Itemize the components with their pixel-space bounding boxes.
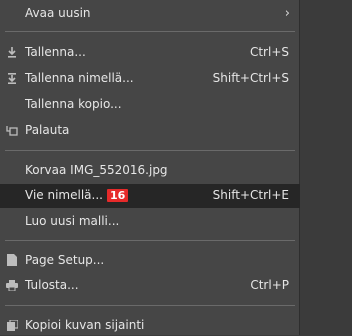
menu-item-copy-image-location[interactable]: Kopioi kuvan sijainti [0,315,300,336]
copy-location-icon [6,319,18,331]
menu-item-label-wrap: Vie nimellä... 16 [25,188,129,202]
menu-separator [5,240,295,241]
menu-item-shortcut: Shift+Ctrl+E [212,188,289,202]
print-icon [6,279,18,291]
menu-item-label: Tulosta... [25,278,79,292]
menu-item-label: Luo uusi malli... [25,214,120,228]
save-icon [6,46,18,58]
background-panel [300,0,352,335]
file-menu: Avaa uusin › Tallenna... Ctrl+S Tallenna… [0,0,300,335]
menu-item-label: Avaa uusin [25,6,91,20]
menu-item-save-as[interactable]: Tallenna nimellä... Shift+Ctrl+S [0,68,300,89]
menu-item-shortcut: Shift+Ctrl+S [212,71,289,85]
menu-item-revert[interactable]: Palauta [0,120,300,141]
menu-item-label: Kopioi kuvan sijainti [25,318,145,332]
menu-item-label: Page Setup... [25,253,105,267]
menu-item-save-copy[interactable]: Tallenna kopio... [0,94,300,115]
menu-item-label: Korvaa IMG_552016.jpg [25,163,168,177]
menu-item-print[interactable]: Tulosta... Ctrl+P [0,275,300,296]
menu-separator [5,31,295,32]
menu-item-label: Tallenna kopio... [25,97,122,111]
menu-item-shortcut: Ctrl+S [249,45,289,59]
menu-item-page-setup[interactable]: Page Setup... [0,250,300,271]
save-as-icon [6,72,18,84]
menu-item-open-recent[interactable]: Avaa uusin › [0,3,300,24]
menu-item-export-as[interactable]: Vie nimellä... 16 Shift+Ctrl+E [0,184,300,208]
menu-item-label: Vie nimellä... [25,188,103,202]
menu-item-label: Tallenna... [25,45,86,59]
menu-item-create-template[interactable]: Luo uusi malli... [0,211,300,232]
page-setup-icon [6,254,18,266]
menu-separator [5,305,295,306]
revert-icon [6,124,18,136]
chevron-right-icon: › [284,6,290,21]
menu-separator [5,150,295,151]
menu-item-overwrite[interactable]: Korvaa IMG_552016.jpg [0,160,300,181]
menu-item-label: Palauta [25,123,70,137]
count-badge: 16 [106,189,129,202]
menu-item-label: Tallenna nimellä... [25,71,134,85]
menu-item-save[interactable]: Tallenna... Ctrl+S [0,42,300,63]
menu-item-shortcut: Ctrl+P [250,278,289,292]
